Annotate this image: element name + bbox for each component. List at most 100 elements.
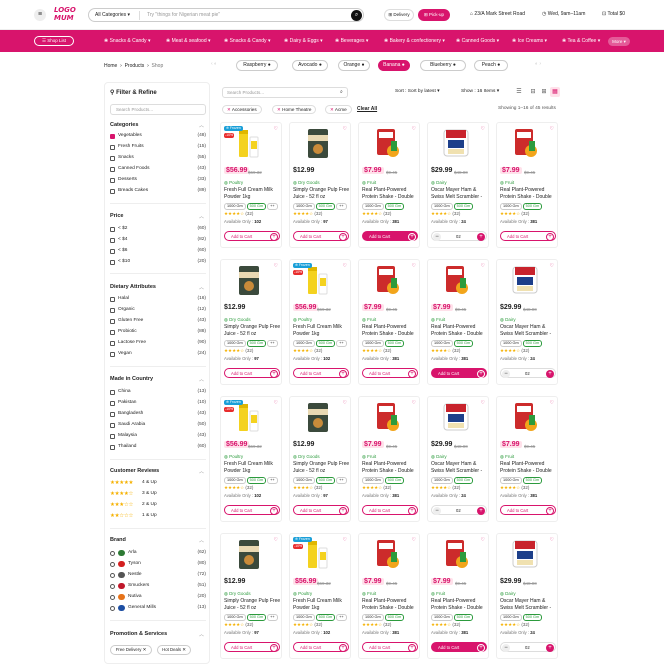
checkbox[interactable] (110, 412, 115, 417)
size-option[interactable]: 1000 Gm (500, 614, 522, 621)
product-name[interactable]: Oscar Mayer Ham & Swiss Melt Scrambler - (431, 461, 489, 474)
size-option[interactable]: ++ (267, 340, 278, 347)
product-card[interactable]: ♡ $12.99 ◍ Dry Goods Simply Orange Pulp Fre… (289, 122, 351, 248)
checkbox[interactable] (110, 189, 115, 194)
radio[interactable] (110, 551, 115, 556)
add-to-cart-button[interactable]: Add to Cart + (362, 505, 418, 515)
filter-option[interactable]: Bangladesh (43) (110, 411, 206, 420)
size-option[interactable]: 500 Gm (522, 614, 543, 621)
fruit-chip[interactable]: Raspberry ● (236, 60, 278, 71)
checkbox[interactable] (110, 167, 115, 172)
size-option[interactable]: 500 Gm (315, 477, 336, 484)
size-option[interactable]: 1000 Gm (500, 203, 522, 210)
logo[interactable]: LOGO MUM (54, 6, 82, 24)
radio[interactable] (110, 584, 115, 589)
category-item[interactable]: ❀ Tea & Coffee ▾ (562, 38, 600, 44)
product-card[interactable]: ♡ $7.99 $9.45 ◍ Fruit Real Plant-Powered Pro… (496, 396, 558, 522)
menu-icon[interactable]: ≡ (34, 9, 46, 21)
product-image[interactable] (434, 538, 478, 570)
product-name[interactable]: Oscar Mayer Ham & Swiss Melt Scrambler - (500, 324, 558, 337)
address-selector[interactable]: ⌂ 23/A Mark Street Road (470, 11, 525, 17)
product-card[interactable]: ♡ $7.99 $9.45 ◍ Fruit Real Plant-Powered Pro… (358, 122, 420, 248)
add-to-cart-button[interactable]: Add to Cart + (293, 505, 349, 515)
size-option[interactable]: 1000 Gm (431, 477, 453, 484)
time-slot-selector[interactable]: ◷ Wed, 9am–11am (542, 11, 585, 17)
delivery-toggle[interactable]: ⊞ Delivery (384, 9, 414, 21)
grid3-view-icon[interactable]: ⊞ (539, 87, 549, 97)
filter-option[interactable]: China (13) (110, 389, 206, 398)
wishlist-icon[interactable]: ♡ (343, 400, 347, 406)
category-item[interactable]: ❀ Dairy & Eggs ▾ (284, 38, 323, 44)
fruit-chip-faded[interactable]: ‹ ◐ (196, 60, 232, 71)
wishlist-icon[interactable]: ♡ (412, 126, 416, 132)
brand-option[interactable]: General Mills (13) (110, 605, 206, 614)
minus-button[interactable]: − (502, 369, 510, 378)
checkbox[interactable] (110, 260, 115, 265)
size-option[interactable]: ++ (267, 614, 278, 621)
filter-option[interactable]: Canned Foods (43) (110, 166, 206, 175)
wishlist-icon[interactable]: ♡ (550, 263, 554, 269)
wishlist-icon[interactable]: ♡ (343, 537, 347, 543)
filter-option[interactable]: < $10 (20) (110, 259, 206, 268)
clear-all-link[interactable]: Clear All (357, 106, 377, 112)
rating-option[interactable]: ★★★★☆ 3 & Up (110, 491, 206, 500)
size-option[interactable]: 1000 Gm (224, 340, 246, 347)
size-option[interactable]: 500 Gm (522, 340, 543, 347)
product-name[interactable]: Real Plant-Powered Protein Shake - Doubl… (431, 324, 489, 337)
wishlist-icon[interactable]: ♡ (481, 400, 485, 406)
product-card[interactable]: ♡ $7.99 $9.45 ◍ Fruit Real Plant-Powered Pro… (358, 259, 420, 385)
product-name[interactable]: Real Plant-Powered Protein Shake - Doubl… (362, 187, 420, 200)
compact-view-icon[interactable]: ⊟ (528, 87, 538, 97)
product-card[interactable]: ♡ ❄ Frozen -10% $56.99 $69.32 ◍ Poultry Fresh … (289, 259, 351, 385)
category-item[interactable]: ❀ Bakery & confectionery ▾ (384, 38, 445, 44)
fruit-chip[interactable]: Orange ● (338, 60, 370, 71)
wishlist-icon[interactable]: ♡ (412, 400, 416, 406)
breadcrumb-products[interactable]: Products (125, 63, 145, 69)
add-to-cart-button[interactable]: Add to Cart + (362, 642, 418, 652)
checkbox[interactable] (110, 434, 115, 439)
checkbox[interactable] (110, 341, 115, 346)
add-to-cart-button[interactable]: Add to Cart + (293, 231, 349, 241)
product-image[interactable] (296, 127, 340, 159)
breadcrumb-home[interactable]: Home (104, 63, 117, 69)
size-option[interactable]: 1000 Gm (224, 614, 246, 621)
wishlist-icon[interactable]: ♡ (343, 263, 347, 269)
add-to-cart-button[interactable]: Add to Cart + (293, 368, 349, 378)
product-card[interactable]: ♡ ❄ Frozen -10% $56.99 $69.32 ◍ Poultry Fresh … (220, 122, 282, 248)
size-option[interactable]: 1000 Gm (362, 614, 384, 621)
product-card[interactable]: ♡ $7.99 $9.45 ◍ Fruit Real Plant-Powered Pro… (496, 122, 558, 248)
add-to-cart-button[interactable]: Add to Cart + (362, 231, 418, 241)
active-filter-chip[interactable]: ✕ Home Theatre (272, 105, 317, 114)
wishlist-icon[interactable]: ♡ (274, 400, 278, 406)
product-image[interactable] (434, 401, 478, 433)
size-option[interactable]: 500 Gm (384, 614, 405, 621)
size-option[interactable]: 500 Gm (522, 477, 543, 484)
fruit-chip[interactable]: Avocado ● (292, 60, 328, 71)
filter-option[interactable]: < $4 (82) (110, 237, 206, 246)
size-option[interactable]: 1000 Gm (293, 614, 315, 621)
product-card[interactable]: ♡ $7.99 $9.45 ◍ Fruit Real Plant-Powered Pro… (358, 533, 420, 659)
checkbox[interactable] (110, 352, 115, 357)
add-to-cart-button[interactable]: Add to Cart + (293, 642, 349, 652)
product-image[interactable] (227, 538, 271, 570)
size-option[interactable]: 1000 Gm (224, 477, 246, 484)
product-card[interactable]: ♡ $7.99 $9.45 ◍ Fruit Real Plant-Powered Pro… (358, 396, 420, 522)
checkbox[interactable] (110, 145, 115, 150)
category-item[interactable]: ❀ Ice Creams ▾ (512, 38, 547, 44)
wishlist-icon[interactable]: ♡ (274, 126, 278, 132)
product-card[interactable]: ♡ $29.99 $48.00 ◍ Dairy Oscar Mayer Ham & Sw… (496, 259, 558, 385)
fruit-chip-faded[interactable]: ◐ › (518, 60, 558, 71)
add-to-cart-button[interactable]: Add to Cart + (362, 368, 418, 378)
product-card[interactable]: ♡ $29.99 $48.00 ◍ Dairy Oscar Mayer Ham & Sw… (427, 396, 489, 522)
filter-option[interactable]: < $6 (60) (110, 248, 206, 257)
category-item[interactable]: ❀ Canned Goods ▾ (456, 38, 499, 44)
checkbox[interactable] (110, 227, 115, 232)
size-option[interactable]: 1000 Gm (362, 340, 384, 347)
category-item[interactable]: ❀ Beverages ▾ (335, 38, 368, 44)
plus-button[interactable]: + (477, 506, 485, 515)
filter-option[interactable]: Probiotic (88) (110, 329, 206, 338)
size-option[interactable]: 1000 Gm (431, 203, 453, 210)
product-image[interactable] (296, 538, 340, 570)
search-input[interactable]: Try "things for Nigerian meat pie" (147, 12, 220, 18)
minus-button[interactable]: − (433, 506, 441, 515)
